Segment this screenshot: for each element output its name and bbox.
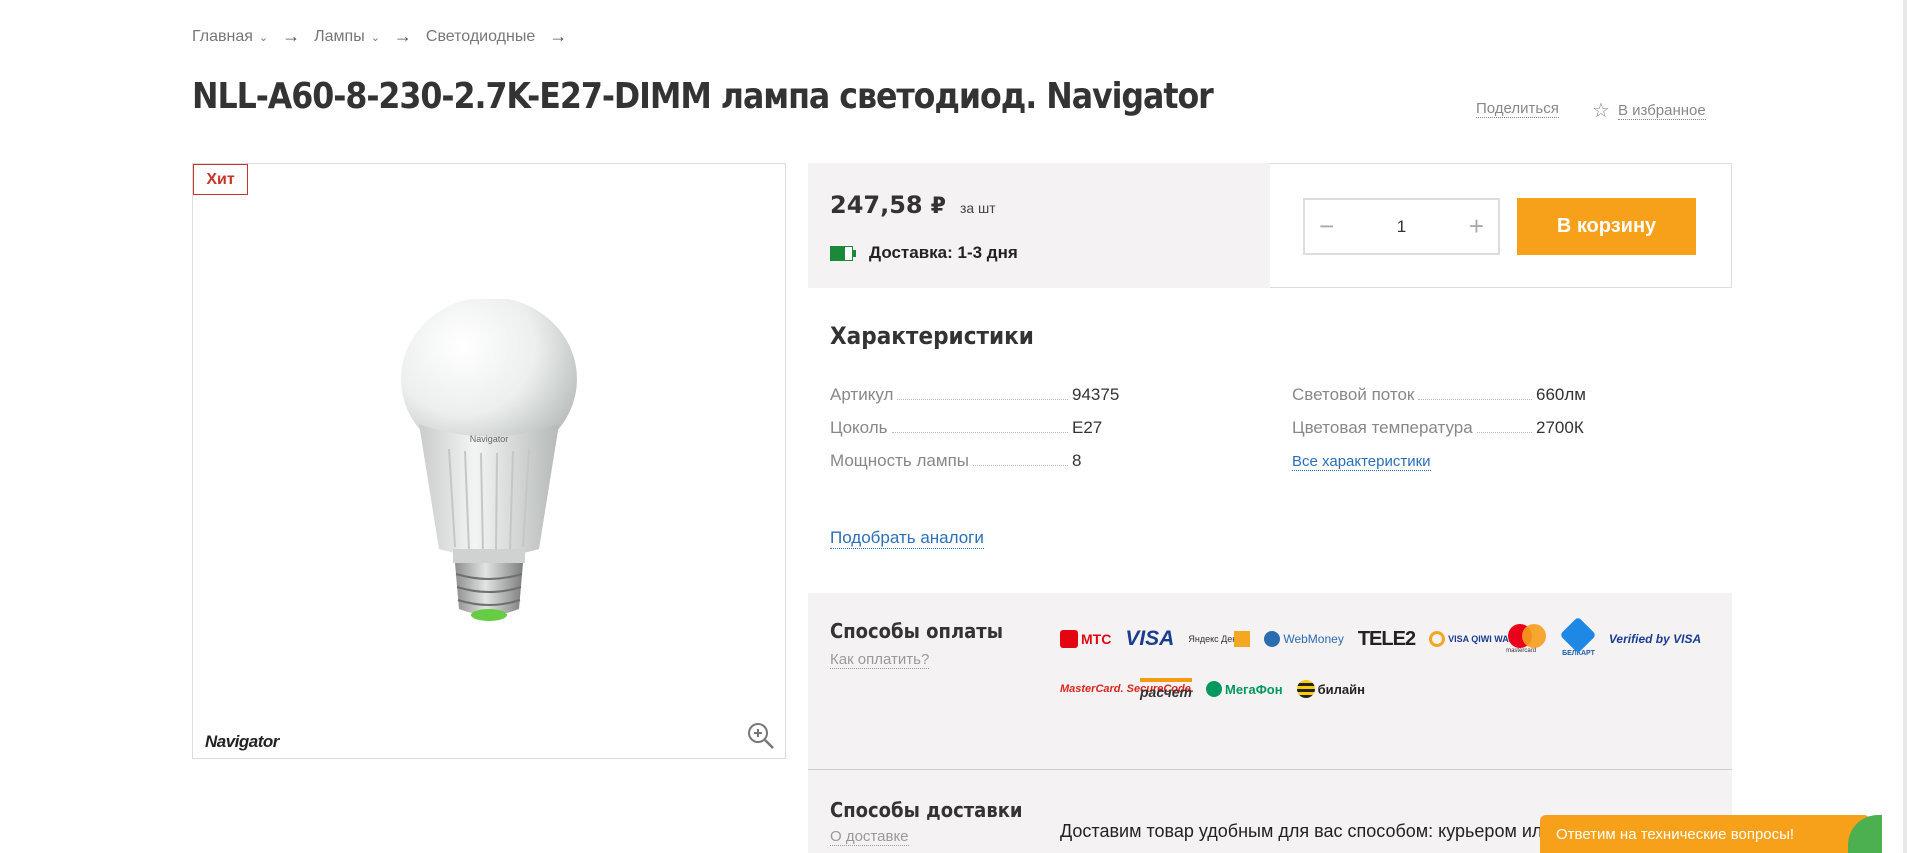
buy-panel: − 1 + В корзину — [1270, 163, 1732, 288]
raschet-logo: расчет — [1140, 671, 1192, 707]
belkart-logo: БЕЛКАРТ — [1560, 616, 1597, 657]
arrow-right-icon: → — [282, 26, 301, 46]
help-label: Ответим на технические вопросы! — [1556, 825, 1795, 843]
spec-value: 94375 — [1072, 385, 1120, 404]
about-delivery-link[interactable]: О доставке — [830, 828, 909, 846]
spec-row: Цоколь E27 — [830, 418, 1122, 438]
spec-value: 8 — [1072, 451, 1082, 470]
spec-key: Цветовая температура — [1292, 418, 1473, 437]
breadcrumb-item-home[interactable]: Главная ⌄ — [192, 28, 268, 46]
currency-symbol: ₽ — [930, 194, 946, 219]
add-to-cart-button[interactable]: В корзину — [1517, 198, 1696, 255]
mts-logo: МТС — [1060, 621, 1111, 657]
minus-button[interactable]: − — [1319, 211, 1334, 242]
spec-value: E27 — [1072, 418, 1103, 437]
favorite-label: В избранное — [1617, 101, 1706, 120]
arrow-right-icon: → — [549, 26, 568, 46]
price-unit: за шт — [959, 200, 996, 216]
quantity-stepper[interactable]: − 1 + — [1303, 198, 1500, 255]
qiwi-logo: VISA QIWI WALLET — [1429, 621, 1531, 657]
webmoney-logo: WebMoney — [1264, 621, 1344, 657]
navigator-logo: Navigator — [205, 732, 279, 751]
visa-logo: VISA — [1125, 627, 1175, 650]
arrow-right-icon: → — [393, 26, 412, 46]
breadcrumb-label: Главная — [192, 27, 253, 45]
plus-button[interactable]: + — [1469, 211, 1484, 242]
beeline-logo: билайн — [1296, 671, 1365, 707]
spec-key: Артикул — [830, 385, 894, 404]
share-link[interactable]: Поделиться — [1476, 100, 1559, 118]
payment-methods-panel: Способы оплаты Как оплатить? МТС VISA Ян… — [808, 593, 1732, 770]
chevron-down-icon: ⌄ — [370, 32, 380, 44]
star-icon: ☆ — [1592, 100, 1610, 122]
spec-dots — [891, 432, 1068, 433]
all-characteristics-link[interactable]: Все характеристики — [1292, 453, 1431, 471]
price-value: 247,58 — [830, 191, 923, 219]
yandex-money-logo: Яндекс Деньги — [1188, 621, 1251, 657]
delivery-description: Доставим товар удобным для вас способом:… — [1060, 821, 1553, 853]
spec-dots — [1476, 432, 1532, 433]
spec-dots — [973, 465, 1068, 466]
spec-value: 2700К — [1536, 418, 1584, 437]
payment-logos: МТС VISA Яндекс Деньги WebMoney TELE2 VI… — [1060, 616, 1702, 707]
stock-indicator-icon — [830, 245, 856, 261]
favorite-button[interactable]: ☆ В избранное — [1592, 98, 1706, 123]
spec-row: Световой поток 660лм — [1292, 385, 1592, 405]
find-analogs-link[interactable]: Подобрать аналоги — [830, 528, 984, 549]
product-gallery[interactable]: Хит Navigator Navigator — [192, 163, 786, 759]
breadcrumb-label: Лампы — [314, 27, 365, 45]
delivery-time: Доставка: 1-3 дня — [830, 243, 1018, 263]
spec-row: Цветовая температура 2700К — [1292, 418, 1592, 438]
zoom-icon[interactable] — [747, 722, 775, 750]
spec-key: Световой поток — [1292, 385, 1415, 404]
hit-badge: Хит — [193, 164, 248, 195]
spec-dots — [1418, 399, 1532, 400]
spec-key: Цоколь — [830, 418, 888, 437]
breadcrumb-item-led[interactable]: Светодиодные — [426, 28, 535, 46]
characteristics-title: Характеристики — [830, 322, 1034, 350]
chevron-down-icon: ⌄ — [258, 32, 269, 44]
help-chat-button[interactable]: Ответим на технические вопросы! — [1540, 815, 1870, 853]
delivery-label: Доставка: 1-3 дня — [869, 243, 1018, 262]
breadcrumb: Главная ⌄ → Лампы ⌄ → Светодиодные → — [192, 26, 581, 47]
breadcrumb-label: Светодиодные — [425, 27, 536, 45]
spec-dots — [897, 399, 1068, 400]
price: 247,58 ₽ за шт — [830, 191, 996, 219]
megafon-logo: МегаФон — [1206, 671, 1283, 707]
spec-value: 660лм — [1536, 385, 1586, 404]
how-to-pay-link[interactable]: Как оплатить? — [830, 651, 930, 669]
bulb-brand-label: Navigator — [470, 434, 509, 444]
delivery-title: Способы доставки — [830, 798, 1023, 822]
quantity-input[interactable]: 1 — [1397, 217, 1406, 237]
price-panel: 247,58 ₽ за шт Доставка: 1-3 дня — [808, 163, 1270, 288]
verified-by-visa-logo: Verified by VISA — [1608, 631, 1702, 646]
spec-row: Мощность лампы 8 — [830, 451, 1122, 471]
breadcrumb-item-lamps[interactable]: Лампы ⌄ — [314, 28, 380, 46]
mastercard-logo: mastercard — [1506, 621, 1548, 657]
spec-row: Артикул 94375 — [830, 385, 1122, 405]
payment-title: Способы оплаты — [830, 619, 1004, 643]
tele2-logo: TELE2 — [1357, 627, 1416, 650]
page-title: NLL-A60-8-230-2.7K-E27-DIMM лампа светод… — [192, 76, 1214, 117]
scrollbar[interactable] — [1903, 0, 1907, 853]
spec-key: Мощность лампы — [830, 451, 969, 470]
mastercard-securecode-logo: MasterCard. SecureCode. — [1060, 683, 1194, 695]
product-image[interactable]: Navigator — [399, 299, 579, 629]
